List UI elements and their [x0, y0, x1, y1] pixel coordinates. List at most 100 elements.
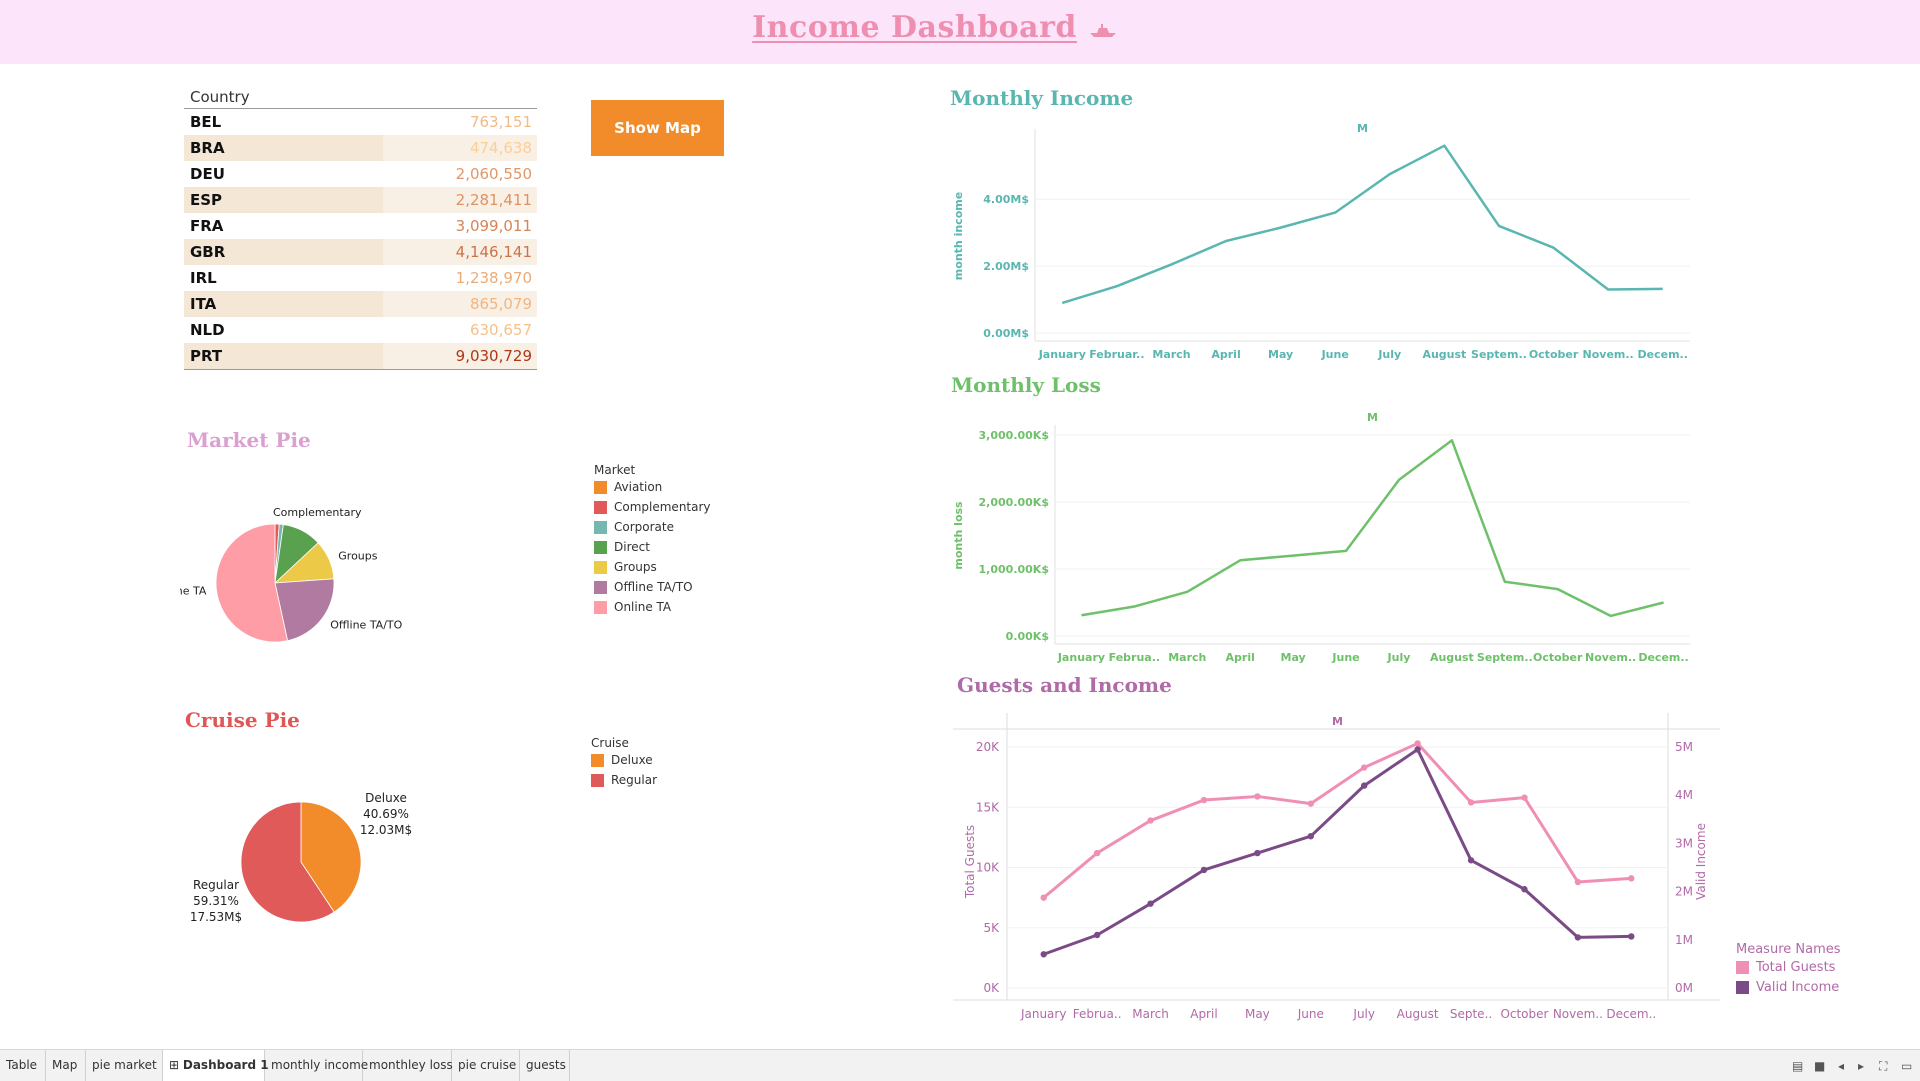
cruise-legend: Cruise Deluxe Regular	[591, 736, 657, 790]
table-row[interactable]: ESP 2,281,411	[184, 187, 537, 213]
tab-label: pie cruise	[458, 1058, 517, 1072]
data-point-valid-income[interactable]	[1361, 782, 1368, 789]
pie-label: Offline TA/TO	[330, 618, 402, 631]
market-pie-chart: Complementary Groups Offline TA/TO Online T…	[180, 506, 403, 643]
data-point-valid-income[interactable]	[1628, 933, 1635, 940]
table-row[interactable]: NLD 630,657	[184, 317, 537, 343]
tab-dashboard-1[interactable]: ⊞ Dashboard 1	[163, 1050, 269, 1081]
x-tick-label: Septem..	[1471, 348, 1527, 361]
y-tick-label-left: 10K	[976, 861, 1000, 875]
monthly-loss-title: Monthly Loss	[951, 373, 1101, 397]
table-row[interactable]: BRA 474,638	[184, 135, 537, 161]
data-point-total-guests[interactable]	[1040, 894, 1047, 901]
data-point-valid-income[interactable]	[1200, 866, 1208, 874]
measure-legend-item-valid-income[interactable]: Valid Income	[1736, 977, 1841, 997]
measure-legend-item-total-guests[interactable]: Total Guests	[1736, 957, 1841, 977]
legend-swatch	[594, 580, 607, 594]
y-tick-label: 1,000.00K$	[979, 563, 1049, 576]
x-tick-label: Septem..	[1477, 651, 1533, 664]
x-tick-label: Novem..	[1585, 651, 1636, 664]
data-point-total-guests[interactable]	[1307, 800, 1314, 807]
pie-label: Complementary	[273, 506, 362, 519]
tab-monthly-income[interactable]: monthly income	[265, 1050, 368, 1081]
table-row[interactable]: IRL 1,238,970	[184, 265, 537, 291]
grid-icon: ⊞	[169, 1058, 183, 1072]
country-income-value: 4,146,141	[455, 243, 532, 261]
x-tick-label: March	[1168, 651, 1206, 664]
pie-label: Groups	[338, 549, 377, 562]
data-point-total-guests[interactable]	[1361, 764, 1368, 771]
country-income-value: 865,079	[469, 295, 532, 313]
data-point-total-guests[interactable]	[1628, 875, 1635, 882]
legend-swatch	[594, 540, 607, 554]
data-point-total-guests[interactable]	[1414, 740, 1421, 747]
data-point-total-guests[interactable]	[1200, 796, 1208, 804]
market-legend-item-offline-ta-to[interactable]: Offline TA/TO	[594, 577, 711, 597]
x-tick-label: May	[1245, 1007, 1270, 1021]
x-tick-label: April	[1226, 651, 1255, 664]
cruise-pie-title: Cruise Pie	[185, 708, 300, 732]
data-point-total-guests[interactable]	[1093, 849, 1101, 857]
market-legend-item-corporate[interactable]: Corporate	[594, 517, 711, 537]
prev-icon[interactable]: ◂	[1838, 1059, 1844, 1073]
y-tick-label-right: 4M	[1675, 788, 1693, 802]
tab-guests[interactable]: guests	[520, 1050, 570, 1081]
cruise-legend-item-regular[interactable]: Regular	[591, 770, 657, 790]
country-code: PRT	[190, 347, 223, 365]
table-row[interactable]: DEU 2,060,550	[184, 161, 537, 187]
data-point-total-guests[interactable]	[1467, 799, 1475, 806]
present-icon[interactable]: ▭	[1901, 1059, 1912, 1073]
legend-label: Corporate	[614, 520, 674, 534]
tab-map[interactable]: Map	[46, 1050, 86, 1081]
x-tick-label: April	[1211, 348, 1240, 361]
pie-label: 40.69%	[363, 807, 409, 821]
tab-monthley-loss[interactable]: monthley loss	[363, 1050, 453, 1081]
data-point-valid-income[interactable]	[1467, 857, 1475, 864]
tab-pie-market[interactable]: pie market	[86, 1050, 163, 1081]
data-point-valid-income[interactable]	[1307, 833, 1314, 840]
series-line-valid-income[interactable]	[1043, 747, 1632, 956]
table-row[interactable]: PRT 9,030,729	[184, 343, 537, 369]
data-point-valid-income[interactable]	[1414, 746, 1421, 753]
data-point-valid-income[interactable]	[1147, 900, 1154, 907]
cruise-legend-item-deluxe[interactable]: Deluxe	[591, 750, 657, 770]
data-point-valid-income[interactable]	[1521, 886, 1528, 893]
tab-label: pie market	[92, 1058, 157, 1072]
market-legend-item-direct[interactable]: Direct	[594, 537, 711, 557]
series-line-total-guests[interactable]	[1042, 741, 1632, 899]
market-legend-item-aviation[interactable]: Aviation	[594, 477, 711, 497]
next-icon[interactable]: ▸	[1858, 1059, 1864, 1073]
legend-label: Direct	[614, 540, 650, 554]
x-tick-label: Decem..	[1638, 651, 1688, 664]
market-legend-item-online-ta[interactable]: Online TA	[594, 597, 711, 617]
data-point-valid-income[interactable]	[1040, 951, 1047, 958]
table-row[interactable]: ITA 865,079	[184, 291, 537, 317]
data-point-valid-income[interactable]	[1574, 934, 1582, 941]
legend-swatch	[594, 560, 607, 574]
y-tick-label: 3,000.00K$	[979, 429, 1049, 442]
data-point-total-guests[interactable]	[1254, 793, 1261, 800]
x-tick-label: Decem..	[1638, 348, 1688, 361]
x-tick-label: July	[1377, 348, 1401, 361]
legend-swatch	[591, 753, 604, 767]
grid-view-icon[interactable]: ▤	[1792, 1059, 1803, 1073]
fullscreen-icon[interactable]: ⛶	[1879, 1059, 1887, 1074]
market-legend-item-complementary[interactable]: Complementary	[594, 497, 711, 517]
data-point-total-guests[interactable]	[1574, 878, 1582, 886]
tab-table[interactable]: Table	[0, 1050, 46, 1081]
table-row[interactable]: FRA 3,099,011	[184, 213, 537, 239]
tab-label: monthley loss	[369, 1058, 453, 1072]
table-row[interactable]: BEL 763,151	[184, 109, 537, 135]
list-view-icon[interactable]: ■	[1814, 1059, 1825, 1073]
tab-pie-cruise[interactable]: pie cruise	[452, 1050, 520, 1081]
table-row[interactable]: GBR 4,146,141	[184, 239, 537, 265]
series-line[interactable]	[1081, 439, 1664, 618]
data-point-valid-income[interactable]	[1254, 849, 1261, 857]
data-point-valid-income[interactable]	[1093, 931, 1101, 939]
series-line[interactable]	[1061, 144, 1663, 305]
market-legend-item-groups[interactable]: Groups	[594, 557, 711, 577]
show-map-button[interactable]: Show Map	[591, 100, 724, 156]
country-code: ITA	[190, 295, 217, 313]
data-point-total-guests[interactable]	[1521, 794, 1528, 801]
data-point-total-guests[interactable]	[1147, 817, 1154, 824]
